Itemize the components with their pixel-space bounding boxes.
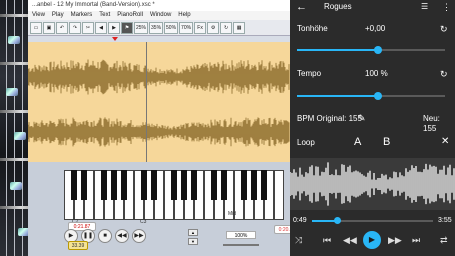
more-vert-icon[interactable]: ⋮	[442, 1, 451, 13]
rewind-icon[interactable]: ◀◀	[115, 229, 129, 243]
tempo-label: Tempo	[297, 69, 322, 78]
queue-icon[interactable]: ☰	[421, 2, 428, 12]
undo-icon[interactable]: ↶	[56, 21, 68, 34]
piano-black-key[interactable]	[211, 170, 217, 200]
piano-label-mid: Mid	[228, 211, 237, 217]
bpm-original: BPM Original: 155	[297, 114, 362, 123]
forward-icon[interactable]: ▶▶	[132, 229, 146, 243]
cut-icon[interactable]: ✂	[82, 21, 94, 34]
song-title: Rogues	[324, 2, 352, 11]
speed-25-button[interactable]: 25%	[134, 21, 149, 34]
speed-50-button[interactable]: 50%	[164, 21, 179, 34]
total-time: 3:55	[438, 217, 452, 224]
fast-forward-icon[interactable]: ▶▶	[388, 234, 402, 246]
menu-text[interactable]: Text	[99, 11, 110, 20]
loop-time-display: 0:20.93	[274, 225, 290, 234]
speed-70-button[interactable]: 70%	[179, 21, 194, 34]
tempo-value: 100 %	[365, 69, 388, 78]
piano-black-key[interactable]	[261, 170, 267, 200]
app-bar: ← Rogues ☰ ⋮	[290, 0, 455, 16]
reset-icon[interactable]: ↻	[440, 69, 448, 79]
piano-black-key[interactable]	[111, 170, 117, 200]
redo-icon[interactable]: ↷	[69, 21, 81, 34]
save-icon[interactable]: ▣	[43, 21, 55, 34]
piano-black-key[interactable]	[181, 170, 187, 200]
forward-icon[interactable]: ▶	[108, 21, 120, 34]
speed-percent: 100%	[226, 231, 256, 239]
up-icon[interactable]: ▲	[188, 229, 198, 236]
piano-label-c3: C3	[140, 219, 147, 225]
current-time: 0:49	[293, 217, 307, 224]
loop-a-button[interactable]: A	[354, 136, 361, 148]
menu-help[interactable]: Help	[178, 11, 190, 20]
progress-thumb[interactable]	[333, 217, 341, 224]
rewind-icon[interactable]: ◀	[95, 21, 107, 34]
progress-bar[interactable]	[312, 217, 433, 224]
menu-markers[interactable]: Markers	[71, 11, 93, 20]
skip-next-icon[interactable]: ⏭	[412, 234, 420, 246]
close-icon[interactable]: ✕	[441, 136, 449, 148]
play-icon[interactable]: ▶	[363, 231, 381, 249]
desktop-screenshot: ...anbel - 12 My Immortal (Band-Version)…	[0, 0, 290, 256]
open-icon[interactable]: ▭	[30, 21, 42, 34]
pitch-value: +0,00	[365, 24, 386, 33]
playhead-line	[146, 42, 147, 162]
position-marker[interactable]	[112, 37, 118, 41]
window-title: ...anbel - 12 My Immortal (Band-Version)…	[28, 0, 290, 11]
piano-black-key[interactable]	[191, 170, 197, 200]
menu-pianoroll[interactable]: PianoRoll	[117, 11, 143, 20]
repeat-icon[interactable]: ⇄	[440, 234, 448, 246]
piano-white-key[interactable]	[274, 170, 284, 220]
tempo-slider-fill	[297, 95, 379, 97]
piano-keyboard[interactable]	[64, 170, 290, 220]
bpm-new: Neu: 155	[423, 114, 440, 133]
piano-black-key[interactable]	[71, 170, 77, 200]
reset-icon[interactable]: ↻	[440, 24, 448, 34]
walk-icon[interactable]: ⚑	[121, 21, 133, 34]
pencil-icon[interactable]: ✎	[358, 113, 366, 124]
speed-35-button[interactable]: 35%	[149, 21, 164, 34]
menu-window[interactable]: Window	[150, 11, 171, 20]
shuffle-icon[interactable]: ⤨	[295, 234, 302, 246]
pitch-slider-thumb[interactable]	[374, 46, 383, 54]
grid-icon[interactable]: ▦	[233, 21, 246, 34]
menu-view[interactable]: View	[32, 11, 45, 20]
toolbar: ▭ ▣ ↶ ↷ ✂ ◀ ▶ ⚑ 25% 35% 50% 70% Fx ⚙ ↻ ▦	[28, 20, 290, 36]
loop-b-button[interactable]: B	[383, 136, 390, 148]
menu-play[interactable]: Play	[52, 11, 64, 20]
audio-editor-window: ...anbel - 12 My Immortal (Band-Version)…	[28, 0, 290, 256]
tempo-slider[interactable]	[297, 92, 445, 100]
phone-waveform[interactable]	[290, 158, 455, 210]
skip-previous-icon[interactable]: ⏮	[323, 234, 331, 246]
piano-black-key[interactable]	[251, 170, 257, 200]
piano-black-key[interactable]	[171, 170, 177, 200]
pitch-slider[interactable]	[297, 46, 445, 54]
piano-black-key[interactable]	[121, 170, 127, 200]
down-icon[interactable]: ▼	[188, 238, 198, 245]
speed-slider[interactable]	[223, 244, 259, 246]
pitch-label: Tonhöhe	[297, 24, 328, 33]
piano-black-key[interactable]	[101, 170, 107, 200]
piano-black-key[interactable]	[81, 170, 87, 200]
playback-controls: ⤨ ⏮ ◀◀ ▶ ▶▶ ⏭ ⇄	[290, 230, 455, 252]
stop-icon[interactable]: ■	[98, 229, 112, 243]
settings-icon[interactable]: ⚙	[207, 21, 220, 34]
pitch-slider-fill	[297, 49, 379, 51]
fx-button[interactable]: Fx	[194, 21, 207, 34]
loop-label: Loop	[297, 138, 315, 147]
bpm-display: 33.39	[68, 241, 88, 250]
back-arrow-icon[interactable]: ←	[296, 1, 307, 13]
rewind-icon[interactable]: ◀◀	[343, 234, 357, 246]
piano-panel: C2 C3 Mid 0:21.87 ▶ ❚❚ ■ ◀◀ ▶▶ 33.39 ▲ ▼…	[28, 162, 290, 256]
phone-app: ← Rogues ☰ ⋮ Tonhöhe +0,00 ↻ Tempo 100 %…	[290, 0, 455, 256]
mini-controls: ▲ ▼	[188, 229, 198, 245]
menu-bar: View Play Markers Text PianoRoll Window …	[28, 11, 290, 20]
loop-icon[interactable]: ↻	[220, 21, 233, 34]
piano-black-key[interactable]	[221, 170, 227, 200]
waveform-display[interactable]	[28, 42, 290, 162]
piano-black-key[interactable]	[241, 170, 247, 200]
piano-black-key[interactable]	[151, 170, 157, 200]
piano-black-key[interactable]	[141, 170, 147, 200]
tempo-slider-thumb[interactable]	[374, 92, 383, 100]
